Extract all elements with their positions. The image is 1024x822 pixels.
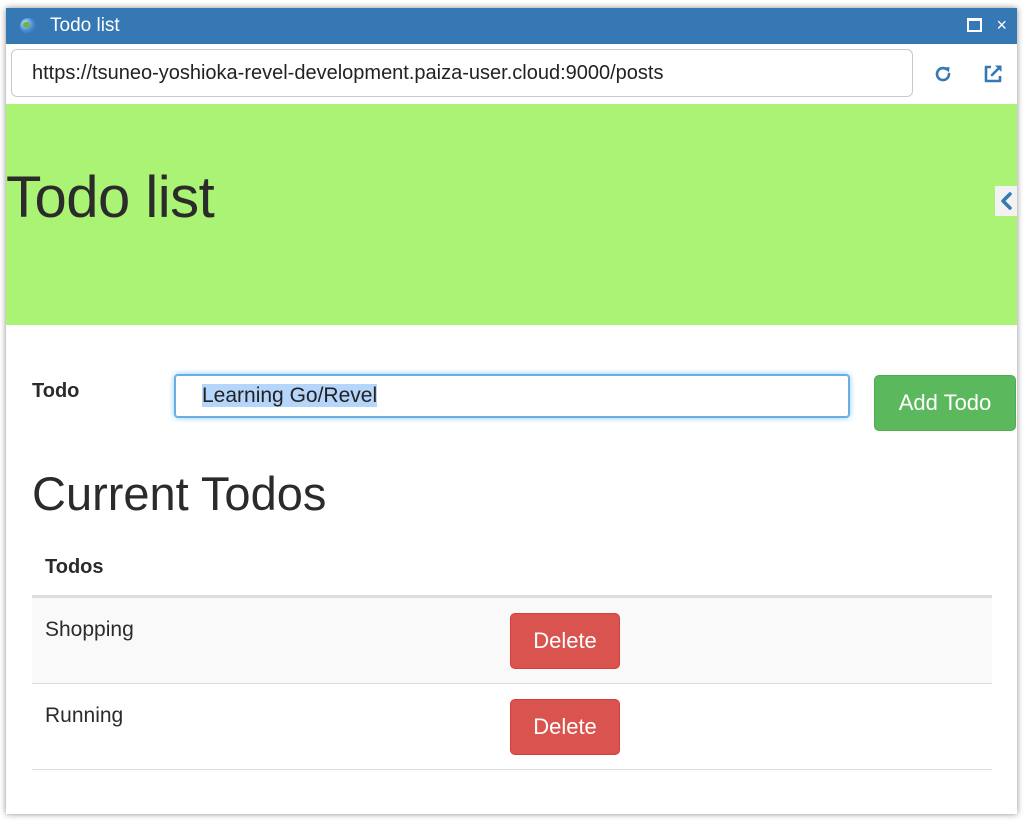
add-todo-button[interactable]: Add Todo [874, 375, 1016, 431]
delete-button[interactable]: Delete [510, 613, 620, 669]
table-header: Todos [32, 548, 992, 598]
browser-window: Todo list × https://tsuneo-yoshioka-reve… [6, 8, 1017, 814]
maximize-icon[interactable] [967, 18, 983, 32]
window-controls: × [967, 16, 1007, 34]
hero-banner: Todo list [6, 104, 1017, 325]
todo-label: Todo [32, 380, 80, 402]
sidebar-toggle[interactable] [995, 186, 1017, 216]
chevron-left-icon [1001, 192, 1012, 210]
page-title: Todo list [6, 165, 215, 230]
section-heading: Current Todos [32, 467, 327, 520]
table-row: Running Delete [32, 684, 992, 770]
close-icon[interactable]: × [996, 16, 1007, 34]
delete-button[interactable]: Delete [510, 699, 620, 755]
todos-table: Todos Shopping Delete Running Delete [32, 548, 992, 770]
todo-input[interactable]: Learning Go/Revel [174, 374, 850, 418]
address-bar: https://tsuneo-yoshioka-revel-developmen… [6, 44, 1017, 109]
todo-item-text: Shopping [45, 618, 134, 641]
window-title: Todo list [50, 15, 120, 36]
table-row: Shopping Delete [32, 598, 992, 684]
title-bar: Todo list × [6, 8, 1017, 44]
todo-input-value: Learning Go/Revel [202, 384, 378, 407]
external-link-icon[interactable] [981, 62, 1005, 86]
todo-item-text: Running [45, 704, 124, 727]
globe-icon [20, 18, 36, 34]
reload-icon[interactable] [931, 62, 955, 86]
url-input[interactable]: https://tsuneo-yoshioka-revel-developmen… [11, 49, 913, 97]
